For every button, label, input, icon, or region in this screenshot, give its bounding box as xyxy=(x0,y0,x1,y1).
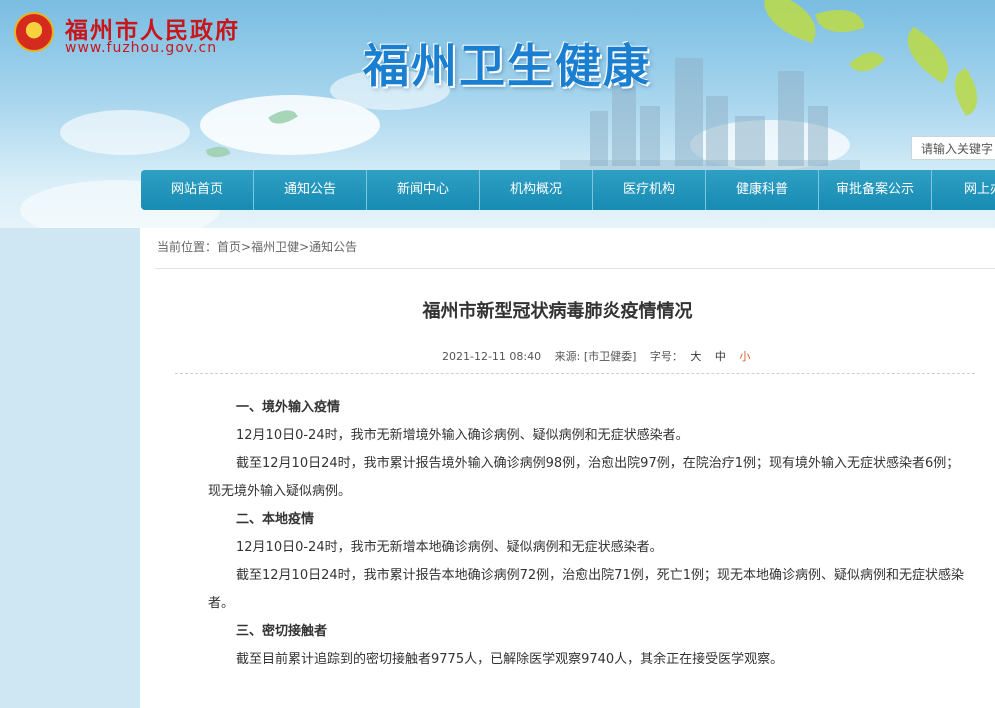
cloud-decoration xyxy=(60,110,190,155)
nav-item-home[interactable]: 网站首页 xyxy=(141,170,254,210)
nav-item-medical[interactable]: 医疗机构 xyxy=(593,170,706,210)
breadcrumb-separator: > xyxy=(241,240,252,254)
gov-url[interactable]: www.fuzhou.gov.cn xyxy=(65,40,217,56)
breadcrumb-separator: > xyxy=(299,240,310,254)
site-title: 福州卫生健康 xyxy=(363,39,651,93)
breadcrumb-notices[interactable]: 通知公告 xyxy=(309,240,357,254)
building-decoration xyxy=(735,116,765,166)
article-body: 一、境外输入疫情 12月10日0-24时，我市无新增境外输入确诊病例、疑似病例和… xyxy=(208,394,968,674)
building-decoration xyxy=(640,106,660,166)
search-input[interactable]: 请输入关键字 xyxy=(911,136,995,160)
section-heading: 三、密切接触者 xyxy=(236,624,328,639)
section-heading: 二、本地疫情 xyxy=(236,512,315,527)
national-emblem-icon[interactable] xyxy=(14,12,54,52)
leaf-decoration xyxy=(896,26,960,84)
nav-item-health-science[interactable]: 健康科普 xyxy=(706,170,819,210)
publish-date: 2021-12-11 08:40 xyxy=(442,350,542,363)
building-decoration xyxy=(590,111,608,166)
paragraph: 截至12月10日24时，我市累计报告境外输入确诊病例98例，治愈出院97例，在院… xyxy=(208,456,960,499)
paragraph: 12月10日0-24时，我市无新增本地确诊病例、疑似病例和无症状感染者。 xyxy=(236,540,663,555)
paragraph: 截至目前累计追踪到的密切接触者9775人，已解除医学观察9740人，其余正在接受… xyxy=(236,652,784,667)
building-decoration xyxy=(778,71,804,166)
nav-item-notices[interactable]: 通知公告 xyxy=(254,170,367,210)
article-title: 福州市新型冠状病毒肺炎疫情情况 xyxy=(422,301,693,322)
font-size-large-button[interactable]: 大 xyxy=(690,350,701,363)
dashed-divider xyxy=(175,373,975,374)
nav-item-about[interactable]: 机构概况 xyxy=(480,170,593,210)
breadcrumb-prefix: 当前位置： xyxy=(157,240,218,254)
main-nav: 网站首页 通知公告 新闻中心 机构概况 医疗机构 健康科普 审批备案公示 网上办 xyxy=(141,170,995,210)
leaf-decoration xyxy=(849,44,885,80)
building-decoration xyxy=(612,86,636,166)
font-size-medium-button[interactable]: 中 xyxy=(715,350,726,363)
section-heading: 一、境外输入疫情 xyxy=(236,400,341,415)
article-meta: 2021-12-11 08:40 来源: [市卫健委] 字号： 大 中 小 xyxy=(442,348,760,364)
building-decoration xyxy=(675,58,703,166)
leaf-decoration xyxy=(945,67,987,117)
building-decoration xyxy=(808,106,828,166)
paragraph: 截至12月10日24时，我市累计报告本地确诊病例72例，治愈出院71例，死亡1例… xyxy=(208,568,964,611)
font-size-small-button[interactable]: 小 xyxy=(739,350,750,363)
breadcrumb: 当前位置：首页>福州卫健>通知公告 xyxy=(157,238,357,255)
paragraph: 12月10日0-24时，我市无新增境外输入确诊病例、疑似病例和无症状感染者。 xyxy=(236,428,689,443)
article-source: 来源: [市卫健委] xyxy=(554,350,637,363)
building-decoration xyxy=(706,96,728,166)
content-panel: 当前位置：首页>福州卫健>通知公告 福州市新型冠状病毒肺炎疫情情况 2021-1… xyxy=(140,228,995,708)
divider xyxy=(155,268,995,269)
font-size-label: 字号： xyxy=(649,350,683,363)
leaf-decoration xyxy=(815,2,865,40)
breadcrumb-home[interactable]: 首页 xyxy=(217,240,241,254)
nav-item-online[interactable]: 网上办 xyxy=(932,170,995,210)
breadcrumb-fzwj[interactable]: 福州卫健 xyxy=(251,240,299,254)
leaf-decoration xyxy=(755,0,825,44)
nav-item-approval[interactable]: 审批备案公示 xyxy=(819,170,932,210)
nav-item-news[interactable]: 新闻中心 xyxy=(367,170,480,210)
